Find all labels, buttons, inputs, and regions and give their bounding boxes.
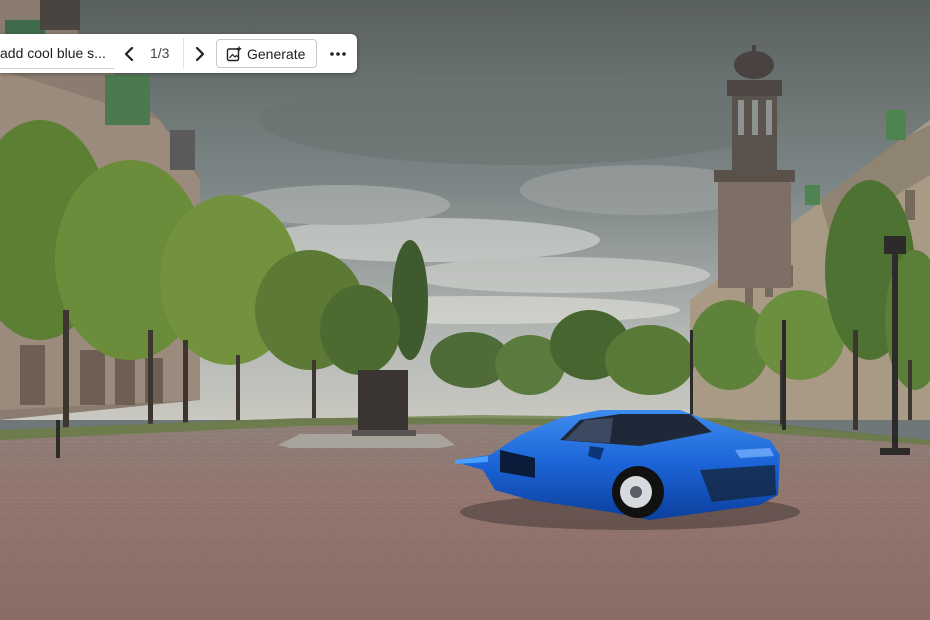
chevron-left-icon	[124, 46, 134, 62]
prompt-field[interactable]: add cool blue s...	[0, 34, 114, 73]
next-button[interactable]	[187, 42, 211, 66]
more-horizontal-icon	[330, 52, 346, 56]
more-options-button[interactable]	[326, 42, 350, 66]
generated-image	[0, 0, 930, 620]
divider	[183, 38, 184, 69]
prompt-text: add cool blue s...	[0, 45, 106, 61]
generate-image-icon	[226, 46, 242, 62]
generate-button[interactable]: Generate	[216, 39, 317, 68]
chevron-right-icon	[195, 46, 205, 62]
prompt-underline	[0, 68, 114, 69]
image-edit-toolbar: add cool blue s... 1/3 Generate	[0, 34, 357, 73]
variation-counter: 1/3	[150, 45, 170, 61]
generate-label: Generate	[247, 46, 306, 62]
previous-button[interactable]	[118, 42, 142, 66]
